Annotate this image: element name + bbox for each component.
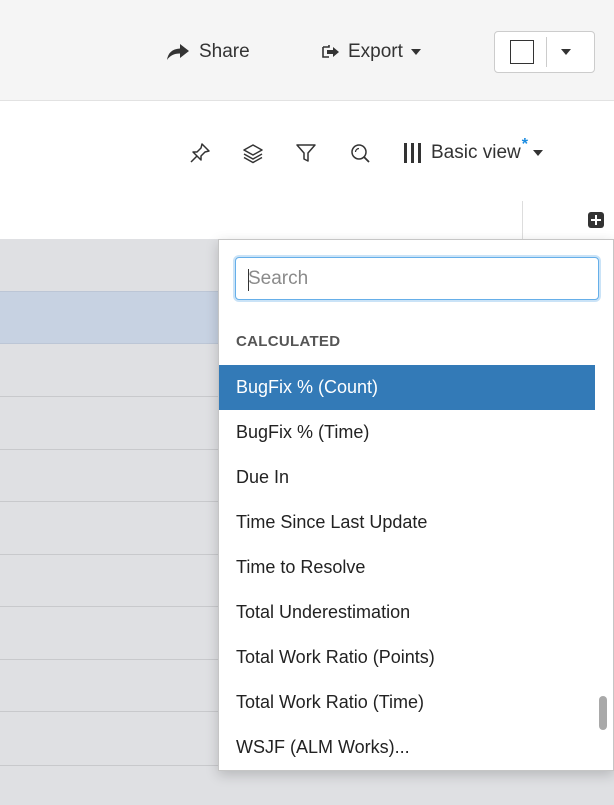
group-header: CALCULATED: [236, 333, 341, 350]
chevron-down-icon[interactable]: [561, 49, 571, 55]
top-toolbar: Share Export: [0, 0, 614, 101]
add-column-icon[interactable]: [588, 212, 604, 228]
share-arrow-icon: [167, 44, 189, 60]
share-label: Share: [199, 41, 250, 62]
columns-icon: [404, 143, 421, 163]
scrollbar-thumb[interactable]: [599, 696, 607, 730]
menu-item[interactable]: Due In: [219, 455, 595, 500]
button-divider: [546, 37, 547, 67]
menu-item[interactable]: Total Work Ratio (Points): [219, 635, 595, 680]
search-icon[interactable]: [349, 141, 371, 165]
layout-toggle-button[interactable]: [494, 31, 595, 73]
modified-indicator: *: [521, 136, 528, 153]
view-toolbar: Basic view *: [0, 101, 614, 201]
pin-icon[interactable]: [189, 141, 211, 165]
search-input[interactable]: [235, 257, 599, 300]
filter-icon[interactable]: [295, 141, 317, 165]
share-button[interactable]: Share: [166, 38, 250, 66]
view-name: Basic view: [431, 142, 521, 163]
export-icon: [322, 45, 339, 58]
chevron-down-icon: [532, 150, 543, 156]
menu-item[interactable]: Time to Resolve: [219, 545, 595, 590]
menu-item[interactable]: BugFix % (Time): [219, 410, 595, 455]
chevron-down-icon: [410, 49, 421, 55]
layers-icon[interactable]: [242, 141, 264, 165]
menu-list: BugFix % (Count) BugFix % (Time) Due In …: [219, 365, 595, 770]
table-header: [0, 201, 614, 239]
menu-item[interactable]: Total Underestimation: [219, 590, 595, 635]
column-picker-dropdown: CALCULATED BugFix % (Count) BugFix % (Ti…: [218, 239, 614, 771]
view-selector[interactable]: Basic view *: [404, 136, 543, 167]
column-divider[interactable]: [522, 201, 523, 239]
menu-item[interactable]: WSJF (ALM Works)...: [219, 725, 595, 770]
export-button[interactable]: Export: [322, 38, 421, 66]
menu-item[interactable]: BugFix % (Count): [219, 365, 595, 410]
export-label: Export: [348, 41, 403, 62]
square-icon: [510, 40, 534, 64]
menu-item[interactable]: Time Since Last Update: [219, 500, 595, 545]
menu-item[interactable]: Total Work Ratio (Time): [219, 680, 595, 725]
text-cursor: [248, 269, 249, 291]
